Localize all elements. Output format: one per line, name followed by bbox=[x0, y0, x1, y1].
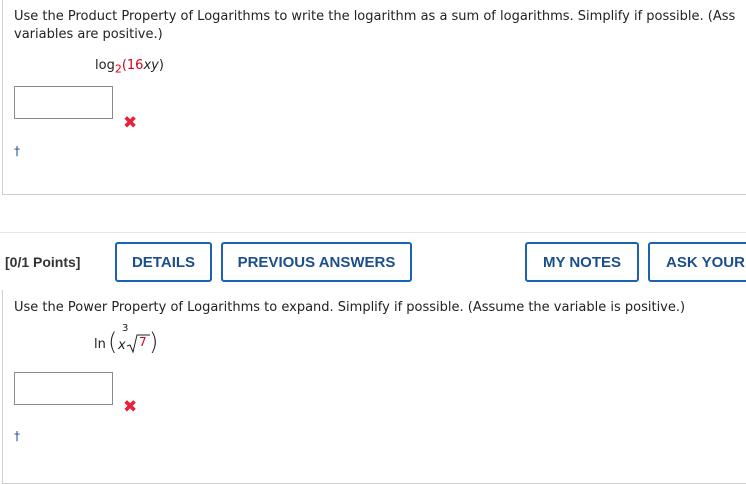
points-label: [0/1 Points] bbox=[5, 254, 81, 270]
details-button[interactable]: DETAILS bbox=[115, 242, 212, 282]
expr-coefficient: 16 bbox=[126, 58, 144, 73]
ask-your-teacher-button[interactable]: ASK YOUR bbox=[648, 242, 746, 282]
expr-close-paren: ) bbox=[158, 58, 164, 73]
radicand: 7 bbox=[139, 335, 147, 349]
question-2-panel bbox=[2, 290, 746, 484]
incorrect-x-icon: ✖ bbox=[123, 113, 138, 133]
question-2-prompt: Use the Power Property of Logarithms to … bbox=[14, 300, 686, 315]
expr-open-paren: ( bbox=[108, 328, 118, 356]
question-2-answer-input[interactable] bbox=[14, 372, 113, 405]
question-1-prompt-line-1: Use the Product Property of Logarithms t… bbox=[14, 9, 736, 24]
expr-x: x bbox=[118, 338, 126, 353]
log-text: log bbox=[95, 58, 115, 73]
question-1-answer-input[interactable] bbox=[14, 86, 113, 119]
question-1-dagger-link[interactable]: † bbox=[14, 144, 20, 158]
my-notes-button[interactable]: MY NOTES bbox=[525, 242, 639, 282]
log-base: 2 bbox=[114, 62, 122, 76]
ln-text: ln bbox=[94, 337, 106, 352]
incorrect-x-icon: ✖ bbox=[123, 397, 138, 417]
question-2-dagger-link[interactable]: † bbox=[14, 429, 20, 443]
question-1-expression: log2(16xy) bbox=[95, 58, 164, 76]
expr-close-paren: ) bbox=[149, 328, 159, 356]
expr-variables: xy bbox=[143, 58, 159, 73]
question-1-prompt-line-2: variables are positive.) bbox=[14, 27, 163, 42]
previous-answers-button[interactable]: PREVIOUS ANSWERS bbox=[221, 242, 412, 282]
